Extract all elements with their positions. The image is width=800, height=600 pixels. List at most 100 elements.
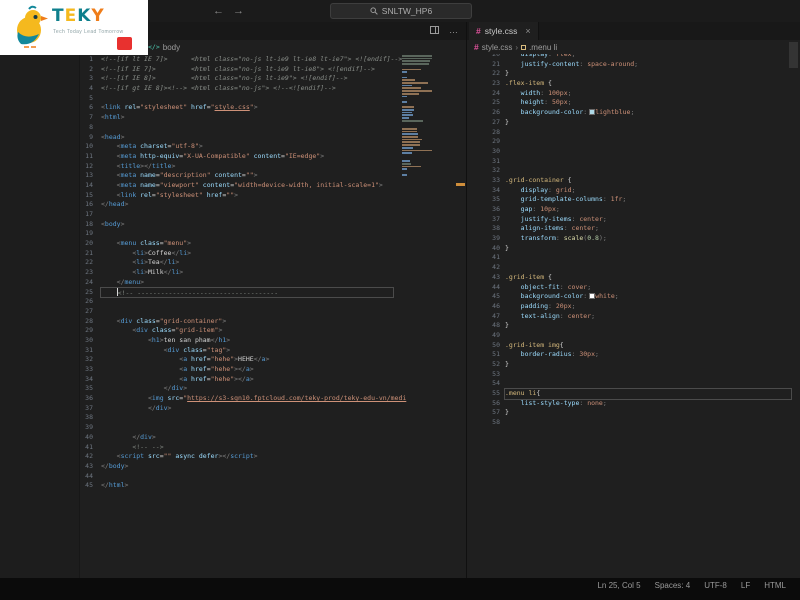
code-line: 46 padding: 20px;	[467, 302, 800, 312]
line-number: 55	[492, 389, 500, 398]
minimap-line	[402, 160, 410, 163]
status-item[interactable]: UTF-8	[704, 581, 727, 590]
line-number: 6	[89, 103, 93, 112]
code-line: 31	[467, 157, 800, 167]
line-number: 37	[85, 403, 93, 412]
breadcrumb-item-file[interactable]: style.css	[482, 43, 513, 52]
breadcrumb-item-selector[interactable]: .menu li	[529, 43, 557, 52]
line-number: 2	[89, 64, 93, 73]
overview-ruler-warning-marker	[456, 183, 465, 186]
code-line: 44 object-fit: cover;	[467, 283, 800, 293]
css-file-icon: #	[474, 42, 479, 52]
minimap-line	[402, 133, 418, 136]
search-icon	[370, 7, 378, 15]
command-center-search[interactable]: SNLTW_HP6	[330, 3, 472, 19]
line-number: 44	[492, 282, 500, 291]
line-number: 37	[492, 214, 500, 223]
search-text: SNLTW_HP6	[381, 6, 433, 16]
code-line: 53	[467, 370, 800, 380]
code-line: 26	[0, 297, 455, 307]
minimap-line	[402, 119, 423, 122]
line-number: 18	[85, 219, 93, 228]
line-number: 52	[492, 360, 500, 368]
code-line: 54	[467, 379, 800, 389]
code-line: 39 transform: scale(0.8);	[467, 234, 800, 244]
line-number: 20	[85, 239, 93, 248]
minimap-line	[402, 152, 412, 154]
line-number: 21	[492, 59, 500, 68]
status-item[interactable]: Spaces: 4	[655, 581, 691, 590]
html-editor[interactable]: 1 <!--[if lt IE 7]> <html class="no-js lt…	[0, 54, 455, 578]
css-editor[interactable]: 20 display: flex; 21 justify-content: spa…	[467, 54, 800, 578]
line-number: 1	[89, 55, 93, 63]
line-number: 44	[85, 471, 93, 480]
code-line: 34 <a href="hehe"></a>	[0, 375, 455, 385]
code-line: 25 height: 50px;	[467, 98, 800, 108]
code-line: 41	[467, 253, 800, 263]
minimap-line	[402, 90, 432, 92]
code-line: 38	[0, 413, 455, 423]
code-line: 42 <script src="" async defer></script>	[0, 452, 455, 462]
status-item[interactable]: HTML	[764, 581, 786, 590]
line-number: 23	[85, 268, 93, 277]
line-number: 45	[492, 292, 500, 301]
line-number: 9	[89, 132, 93, 141]
minimap-line	[402, 111, 413, 114]
line-number: 25	[492, 98, 500, 107]
forward-button[interactable]: →	[233, 4, 244, 18]
line-number: 42	[492, 263, 500, 272]
line-number: 35	[492, 195, 500, 204]
code-line: 36 <img src="https://s3-sgn10.fptcloud.c…	[0, 394, 455, 404]
line-number: 41	[85, 442, 93, 451]
code-line: 29	[467, 137, 800, 147]
tab-style-css[interactable]: # style.css ×	[469, 22, 539, 40]
minimap-line	[402, 87, 421, 90]
back-button[interactable]: ←	[213, 4, 224, 18]
code-line: 43 .grid-item {	[467, 273, 800, 283]
code-line: 51 border-radius: 30px;	[467, 350, 800, 360]
code-line: 27}	[467, 118, 800, 128]
breadcrumb-item-body[interactable]: body	[163, 43, 180, 52]
teky-bird-logo	[17, 5, 48, 48]
minimap[interactable]	[402, 55, 438, 195]
status-bar: Ln 25, Col 5 Spaces: 4 UTF-8 LF HTML	[0, 578, 800, 600]
code-line: 44	[0, 472, 455, 482]
more-actions-icon[interactable]: …	[449, 26, 458, 35]
code-line: 41 <!-- -->	[0, 443, 455, 453]
code-line: 33 .grid-container {	[467, 176, 800, 186]
code-line: 25 <!-- --------------------------------…	[0, 286, 455, 299]
line-number: 4	[89, 84, 93, 93]
minimap-line	[402, 141, 421, 144]
minimap-line	[402, 138, 423, 141]
line-number: 57	[492, 408, 500, 417]
status-item[interactable]: LF	[741, 581, 750, 590]
code-line: 11 <meta http-equiv="X-UA-Compatible" co…	[0, 152, 455, 162]
scrollbar-thumb[interactable]	[789, 42, 798, 68]
line-number: 29	[492, 137, 500, 146]
line-number: 46	[492, 301, 500, 310]
line-number: 22	[85, 258, 93, 267]
minimap-line	[402, 60, 431, 63]
minimap-line	[402, 146, 414, 149]
chevron-right-icon: ›	[515, 42, 519, 52]
code-line: 35 </div>	[0, 384, 455, 394]
line-number: 42	[85, 452, 93, 461]
status-item[interactable]: Ln 25, Col 5	[597, 581, 640, 590]
line-number: 33	[492, 175, 500, 184]
code-line: 32 <a href="hehe">HEHE</a>	[0, 355, 455, 365]
code-line: 32	[467, 166, 800, 176]
tab-bar-right: # style.css ×	[467, 22, 800, 40]
code-line: 56 list-style-type: none;	[467, 399, 800, 409]
line-number: 3	[89, 74, 93, 83]
line-number: 13	[85, 171, 93, 180]
code-line: 18 <body>	[0, 220, 455, 230]
code-line: 14 <meta name="viewport" content="width=…	[0, 181, 455, 191]
line-number: 56	[492, 398, 500, 407]
line-number: 19	[85, 229, 93, 238]
code-line: 28 <div class="grid-container">	[0, 317, 455, 327]
code-line: 37 justify-items: center;	[467, 215, 800, 225]
split-editor-icon[interactable]	[430, 26, 439, 34]
close-tab-icon[interactable]: ×	[525, 26, 530, 36]
line-number: 26	[492, 108, 500, 117]
code-line: 49	[467, 331, 800, 341]
